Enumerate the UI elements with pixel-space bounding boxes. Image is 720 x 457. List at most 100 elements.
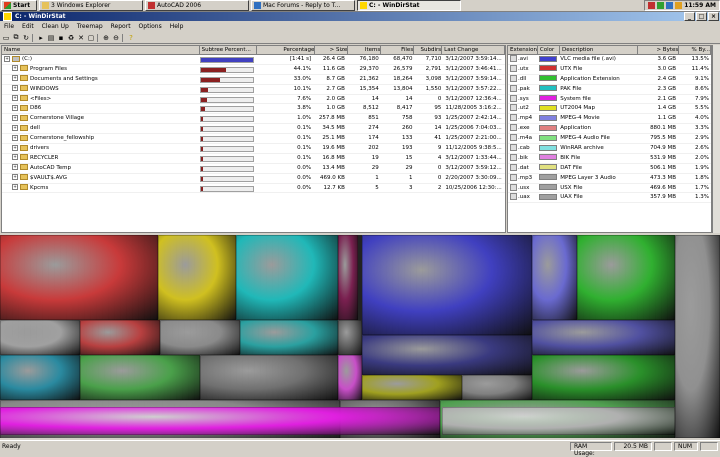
column-percentage[interactable]: Percentage <box>257 46 316 54</box>
treemap-cell[interactable] <box>236 235 338 320</box>
treemap-cell[interactable] <box>462 375 532 400</box>
expand-icon[interactable]: + <box>12 144 18 151</box>
table-row[interactable]: + drivers 0.1% 19.6 MB 202 193 9 11/12/2005 9:3… <box>2 144 505 154</box>
expand-icon[interactable]: + <box>12 114 18 121</box>
play-icon[interactable]: ▸ <box>37 34 45 42</box>
table-row[interactable]: + Documents and Settings 33.0% 8.7 GB 21,362… <box>2 75 505 85</box>
table-row[interactable]: + dell 0.1% 34.5 MB 274 260 14 1/25/2006 7:04:0… <box>2 124 505 135</box>
column-files[interactable]: Files <box>381 46 415 54</box>
menu-edit[interactable]: Edit <box>18 23 38 30</box>
tray-icon[interactable] <box>666 2 674 9</box>
treemap-cell[interactable] <box>532 355 675 400</box>
treemap-cell[interactable] <box>675 235 720 438</box>
menu-treemap[interactable]: Treemap <box>73 23 107 30</box>
table-row[interactable]: + D86 3.8% 1.0 GB 8,512 8,417 95 11/28/2005 3:1… <box>2 104 505 115</box>
column-subtree-percent[interactable]: Subtree Percent... <box>200 46 258 54</box>
table-row[interactable]: .cab WinRAR archive 704.9 MB 2.6% <box>508 144 711 154</box>
treemap-cell[interactable] <box>362 235 532 335</box>
treemap-cell[interactable] <box>0 320 80 355</box>
start-button[interactable]: Start <box>1 0 37 11</box>
expand-icon[interactable]: + <box>12 85 18 92</box>
menu-help[interactable]: Help <box>166 23 188 30</box>
treemap-cell[interactable] <box>0 407 440 435</box>
menu-report[interactable]: Report <box>107 23 135 30</box>
column-percent-bytes[interactable]: % By... <box>679 46 711 54</box>
refresh-icon[interactable]: ↻ <box>22 34 30 42</box>
table-row[interactable]: + AutoCAD Temp 0.0% 13.4 MB 29 29 0 3/12/2007 3… <box>2 164 505 174</box>
delete-icon[interactable]: ✕ <box>77 34 85 42</box>
table-row[interactable]: .utx UTX File 3.0 GB 11.4% <box>508 64 711 75</box>
copy-icon[interactable]: ⧉ <box>12 33 20 42</box>
taskbar-button-explorer[interactable]: 3 Windows Explorer <box>39 0 143 11</box>
properties-icon[interactable]: ▢ <box>87 34 95 42</box>
treemap-cell[interactable] <box>362 375 462 400</box>
column-color[interactable]: Color <box>538 46 561 54</box>
tray-icon[interactable] <box>675 2 683 9</box>
table-row[interactable]: + RECYCLER 0.1% 16.8 MB 19 15 4 3/12/2007 1:33:… <box>2 154 505 164</box>
treemap-cell[interactable] <box>362 335 532 375</box>
close-button[interactable]: × <box>708 12 719 21</box>
column-bytes[interactable]: > Bytes <box>638 46 680 54</box>
expand-icon[interactable]: + <box>4 55 10 62</box>
treemap-cell[interactable] <box>240 320 338 355</box>
expand-icon[interactable]: + <box>12 174 18 181</box>
treemap-cell[interactable] <box>0 235 158 320</box>
minimize-button[interactable]: _ <box>684 12 695 21</box>
column-last-change[interactable]: Last Change <box>442 46 505 54</box>
treemap-cell[interactable] <box>338 320 362 355</box>
treemap-cell[interactable] <box>0 355 80 400</box>
open-icon[interactable]: ▭ <box>2 34 10 42</box>
tray-icon[interactable] <box>648 2 656 9</box>
column-subdirs[interactable]: Subdirs <box>414 46 443 54</box>
table-row[interactable]: + Cornerstone_fellowship 0.1% 25.1 MB 174 133… <box>2 134 505 145</box>
table-row[interactable]: + Kpcms 0.0% 12.7 KB 5 3 2 10/25/2006 12:30:... <box>2 184 505 194</box>
recycle-icon[interactable]: ♻ <box>67 34 75 42</box>
table-row[interactable]: .bik BIK File 531.9 MB 2.0% <box>508 153 711 164</box>
taskbar-button-windirstat[interactable]: C: - WinDirStat <box>357 0 461 11</box>
treemap-cell[interactable] <box>80 320 160 355</box>
explorer-icon[interactable]: ▤ <box>47 34 55 42</box>
table-row[interactable]: .dat DAT File 506.1 MB 1.9% <box>508 163 711 174</box>
help-icon[interactable]: ? <box>127 34 135 42</box>
column-extension[interactable]: Extension <box>508 46 538 54</box>
zoom-out-icon[interactable]: ⊖ <box>112 34 120 42</box>
taskbar-button-macforums[interactable]: Mac Forums - Reply to T... <box>251 0 355 11</box>
table-row[interactable]: .avi VLC media file (.avi) 3.6 GB 13.5% <box>508 55 711 65</box>
column-name[interactable]: Name <box>2 46 200 54</box>
table-row[interactable]: .mp3 MPEG Layer 3 Audio 473.3 MB 1.8% <box>508 173 711 184</box>
expand-icon[interactable]: + <box>12 184 18 191</box>
treemap-cell[interactable] <box>200 355 338 400</box>
table-row[interactable]: .usx USX File 469.6 MB 1.7% <box>508 183 711 194</box>
expand-icon[interactable]: + <box>12 104 18 111</box>
expand-icon[interactable]: + <box>12 164 18 171</box>
window-titlebar[interactable]: C: - WinDirStat _ □ × <box>0 12 720 21</box>
expand-icon[interactable]: + <box>12 95 18 102</box>
column-items[interactable]: Items <box>348 46 382 54</box>
expand-icon[interactable]: + <box>12 75 18 82</box>
treemap-cell[interactable] <box>80 355 200 400</box>
treemap-cell[interactable] <box>158 235 236 320</box>
tray-icon[interactable] <box>657 2 665 9</box>
treemap-cell[interactable] <box>442 407 675 435</box>
table-row[interactable]: .m4a MPEG-4 Audio File 795.5 MB 2.9% <box>508 134 711 145</box>
extension-scrollbar[interactable] <box>712 45 720 233</box>
treemap-cell[interactable] <box>532 320 675 355</box>
table-row[interactable]: .exe Application 880.1 MB 3.3% <box>508 124 711 135</box>
expand-icon[interactable]: + <box>12 154 18 161</box>
menu-cleanup[interactable]: Clean Up <box>38 23 73 30</box>
cmd-icon[interactable]: ▪ <box>57 34 65 42</box>
table-row[interactable]: + <Files> 7.6% 2.0 GB 14 14 0 3/12/2007 12:36:4… <box>2 95 505 105</box>
expand-icon[interactable]: + <box>12 134 18 141</box>
treemap-view[interactable] <box>0 235 720 438</box>
treemap-cell[interactable] <box>338 235 358 320</box>
table-row[interactable]: .uax UAX File 357.9 MB 1.3% <box>508 193 711 204</box>
table-row[interactable]: + Cornerstone Village 1.0% 257.8 MB 851 758 93… <box>2 114 505 125</box>
table-row[interactable]: .ut2 UT2004 Map 1.4 GB 5.5% <box>508 104 711 115</box>
table-row[interactable]: .dll Application Extension 2.4 GB 9.1% <box>508 74 711 85</box>
treemap-cell[interactable] <box>338 355 362 400</box>
treemap-cell[interactable] <box>160 320 240 355</box>
table-row[interactable]: .sys System file 2.1 GB 7.9% <box>508 94 711 105</box>
table-row[interactable]: + WINDOWS 10.1% 2.7 GB 15,354 13,804 1,550 3/12… <box>2 85 505 95</box>
treemap-cell[interactable] <box>577 235 675 320</box>
treemap-cell[interactable] <box>532 235 577 320</box>
